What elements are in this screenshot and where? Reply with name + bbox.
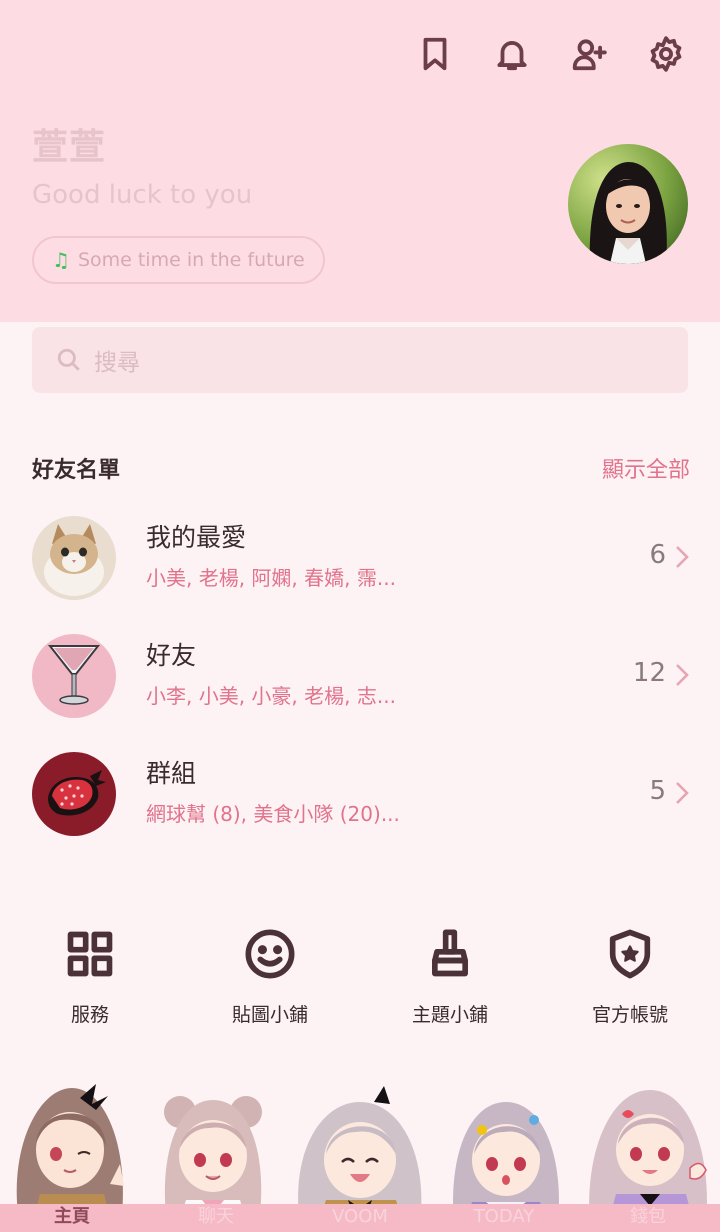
service-label: 服務: [70, 1004, 109, 1026]
group-members: 小李, 小美, 小豪, 老楊, 志...: [146, 684, 396, 708]
service-label: 主題小鋪: [411, 1004, 488, 1026]
friends-section-title: 好友名單: [32, 458, 121, 483]
service-label: 官方帳號: [591, 1004, 668, 1026]
friend-group-favorites[interactable]: 我的最愛 小美, 老楊, 阿嫻, 春嬌, 霈... 6: [0, 500, 720, 600]
tab-home[interactable]: 主頁: [0, 1204, 144, 1232]
tab-chats[interactable]: 聊天: [144, 1204, 288, 1232]
service-button-services[interactable]: 服務: [0, 920, 180, 1027]
friends-glass-thumbnail: [32, 634, 116, 718]
friend-group-groups[interactable]: 群組 網球幫 (8), 美食小隊 (20)... 5: [0, 736, 720, 836]
group-count: 12: [632, 658, 666, 688]
service-label: 貼圖小鋪: [231, 1004, 308, 1026]
header-toolbar: [378, 34, 686, 74]
music-note-icon: ♫: [52, 248, 70, 272]
bell-icon[interactable]: [492, 34, 532, 74]
service-button-sticker-shop[interactable]: 貼圖小鋪: [180, 920, 360, 1027]
profile-music-title: Some time in the future: [77, 249, 305, 271]
status-message[interactable]: Good luck to you: [32, 180, 252, 210]
group-title: 我的最愛: [146, 523, 247, 552]
bottom-tab-bar: 主頁 聊天 VOOM TODAY 錢包: [0, 1204, 720, 1232]
profile-header: 萱萱 Good luck to you ♫ Some time in the f…: [0, 0, 720, 322]
grid-icon: [67, 931, 113, 977]
shield-star-icon: [609, 929, 651, 979]
profile-music-button[interactable]: ♫ Some time in the future: [32, 236, 325, 284]
add-friend-icon[interactable]: [569, 34, 609, 74]
bookmark-icon[interactable]: [415, 34, 455, 74]
search-icon: [57, 348, 80, 371]
groups-strawberry-thumbnail: [32, 752, 116, 836]
profile-avatar[interactable]: [568, 144, 688, 264]
search-input[interactable]: 搜尋: [32, 327, 688, 393]
group-count: 6: [649, 540, 666, 570]
group-title: 好友: [146, 641, 197, 670]
settings-icon[interactable]: [646, 34, 686, 74]
services-bar: 服務 貼圖小鋪 主題小鋪 官方帳號: [0, 920, 720, 1040]
friend-group-friends[interactable]: 好友 小李, 小美, 小豪, 老楊, 志... 12: [0, 618, 720, 718]
chevron-right-icon: [674, 662, 690, 688]
tab-voom[interactable]: VOOM: [288, 1204, 432, 1232]
group-members: 小美, 老楊, 阿嫻, 春嬌, 霈...: [146, 566, 396, 590]
chevron-right-icon: [674, 780, 690, 806]
group-members: 網球幫 (8), 美食小隊 (20)...: [146, 802, 400, 826]
group-title: 群組: [146, 759, 197, 788]
service-button-theme-shop[interactable]: 主題小鋪: [360, 920, 540, 1027]
service-button-official-accounts[interactable]: 官方帳號: [540, 920, 720, 1027]
search-placeholder: 搜尋: [94, 350, 140, 376]
tab-today[interactable]: TODAY: [432, 1204, 576, 1232]
group-count: 5: [649, 776, 666, 806]
chevron-right-icon: [674, 544, 690, 570]
favorites-cat-thumbnail: [32, 516, 116, 600]
smiley-icon: [245, 929, 295, 979]
brush-icon: [432, 929, 468, 977]
show-all-link[interactable]: 顯示全部: [602, 452, 690, 484]
profile-name[interactable]: 萱萱: [32, 118, 106, 170]
tab-wallet[interactable]: 錢包: [576, 1204, 720, 1232]
